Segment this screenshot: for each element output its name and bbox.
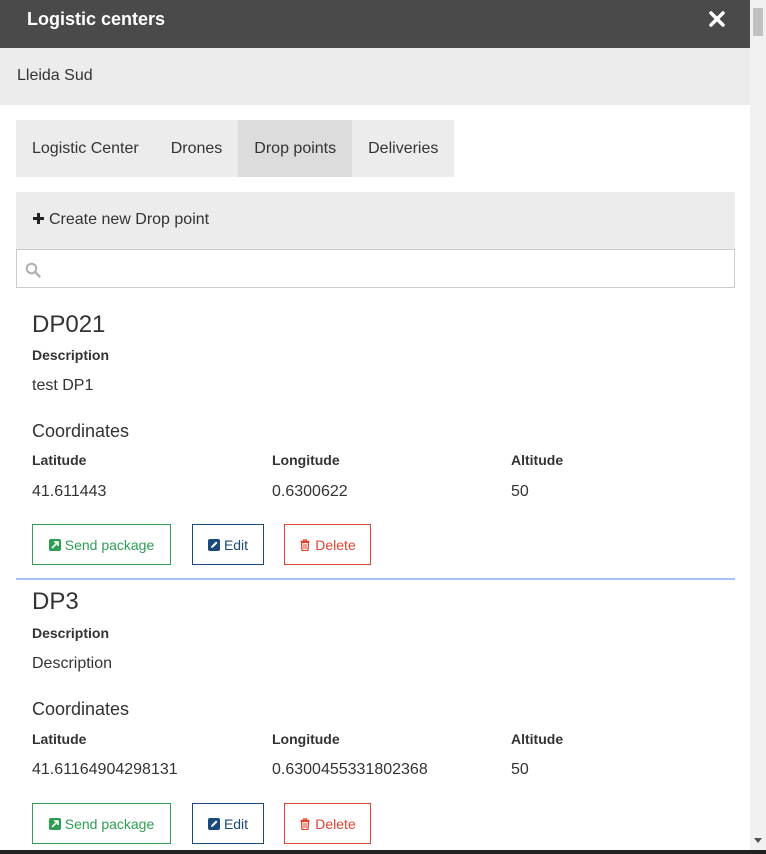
tab-deliveries[interactable]: Deliveries xyxy=(352,120,454,177)
scroll-down-arrow-icon[interactable] xyxy=(754,838,762,843)
send-icon xyxy=(48,538,61,551)
search-box xyxy=(16,249,735,288)
dialog-title: Logistic centers xyxy=(27,9,166,29)
longitude-label: Longitude xyxy=(272,731,340,747)
edit-button[interactable]: Edit xyxy=(192,803,264,844)
search-input[interactable] xyxy=(47,254,727,284)
altitude-label: Altitude xyxy=(511,731,564,747)
send-package-label: Send package xyxy=(64,536,155,553)
tab-drop-points[interactable]: Drop points xyxy=(238,120,353,177)
latitude-label: Latitude xyxy=(32,731,87,747)
close-icon[interactable] xyxy=(708,10,726,28)
edit-button[interactable]: Edit xyxy=(192,524,264,565)
send-icon xyxy=(48,817,61,830)
longitude-value: 0.6300622 xyxy=(272,483,348,500)
trash-icon xyxy=(300,817,310,830)
center-header: Lleida Sud xyxy=(0,48,750,105)
send-package-label: Send package xyxy=(64,815,155,832)
latitude-label: Latitude xyxy=(32,452,87,468)
drop-point-name: DP021 xyxy=(32,311,106,338)
create-drop-point-label: Create new Drop point xyxy=(49,211,210,228)
delete-label: Delete xyxy=(315,536,356,553)
delete-button[interactable]: Delete xyxy=(284,803,371,844)
altitude-label: Altitude xyxy=(511,452,564,468)
create-drop-point-button[interactable]: Create new Drop point xyxy=(16,192,735,249)
send-package-button[interactable]: Send package xyxy=(32,803,171,844)
coordinates-title: Coordinates xyxy=(32,699,130,719)
description-value: Description xyxy=(32,655,113,672)
coordinates-title: Coordinates xyxy=(32,421,130,441)
description-label: Description xyxy=(32,625,110,641)
edit-icon xyxy=(207,538,220,551)
longitude-value: 0.6300455331802368 xyxy=(272,761,428,778)
latitude-value: 41.611443 xyxy=(32,483,107,500)
tab-logistic-center[interactable]: Logistic Center xyxy=(16,120,155,177)
tab-drones[interactable]: Drones xyxy=(155,120,239,177)
altitude-value: 50 xyxy=(511,761,529,778)
delete-label: Delete xyxy=(315,815,356,832)
latitude-value: 41.61164904298131 xyxy=(32,761,178,778)
plus-icon xyxy=(33,213,44,224)
search-icon xyxy=(25,262,41,278)
vertical-scrollbar[interactable] xyxy=(750,0,766,854)
drop-point-name: DP3 xyxy=(32,588,79,615)
description-label: Description xyxy=(32,347,110,363)
drop-point-card: DP021 Description test DP1 Coordinates L… xyxy=(16,301,735,580)
altitude-value: 50 xyxy=(511,483,529,500)
window-bottom-edge xyxy=(0,850,766,854)
edit-label: Edit xyxy=(223,536,249,553)
edit-icon xyxy=(207,817,220,830)
send-package-button[interactable]: Send package xyxy=(32,524,171,565)
tab-bar: Logistic Center Drones Drop points Deliv… xyxy=(16,120,455,177)
delete-button[interactable]: Delete xyxy=(284,524,371,565)
longitude-label: Longitude xyxy=(272,452,340,468)
logistic-centers-dialog: Logistic centers Lleida Sud Logistic Cen… xyxy=(0,0,750,854)
scrollbar-thumb[interactable] xyxy=(753,8,763,36)
description-value: test DP1 xyxy=(32,377,94,394)
drop-point-card: DP3 Description Description Coordinates … xyxy=(16,580,735,854)
dialog-titlebar: Logistic centers xyxy=(0,0,750,48)
trash-icon xyxy=(300,538,310,551)
center-name: Lleida Sud xyxy=(17,67,93,84)
edit-label: Edit xyxy=(223,815,249,832)
